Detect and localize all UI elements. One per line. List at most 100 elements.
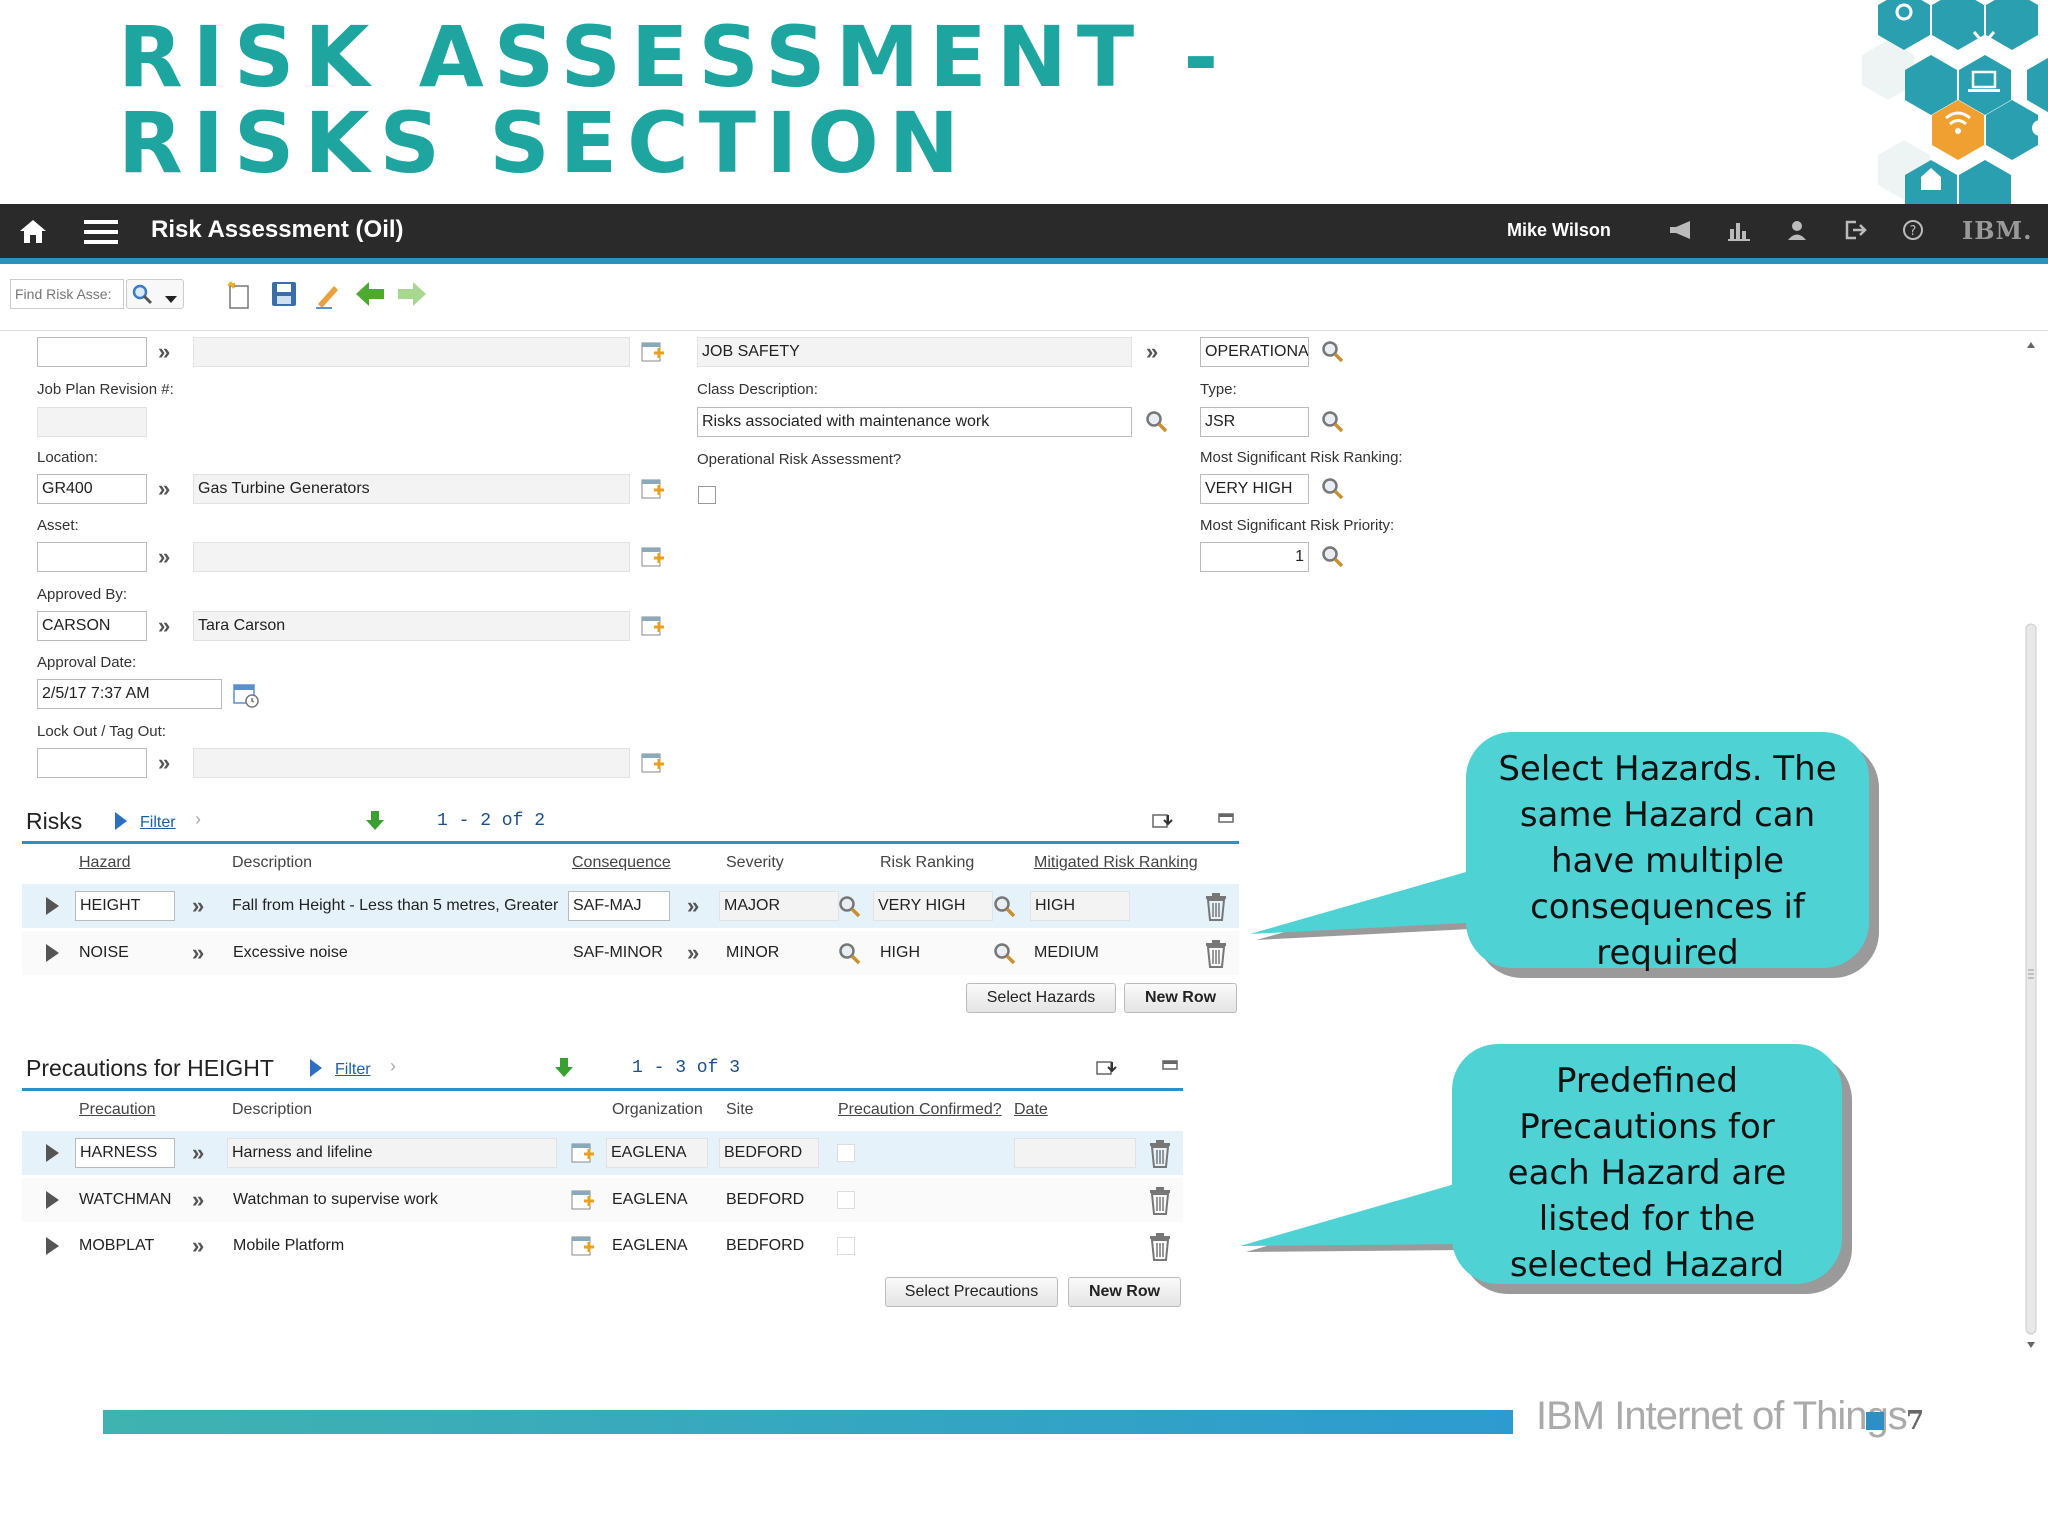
asset-field[interactable] [37, 542, 147, 572]
lockout-tagout-field[interactable] [37, 748, 147, 778]
detail-menu-icon[interactable]: » [687, 942, 699, 964]
trash-icon[interactable] [1148, 1232, 1172, 1267]
select-precautions-button[interactable]: Select Precautions [885, 1277, 1058, 1307]
class-description-field[interactable]: Risks associated with maintenance work [697, 407, 1132, 437]
lookup-icon[interactable] [570, 1187, 596, 1218]
save-icon[interactable] [270, 280, 298, 313]
detail-menu-icon[interactable]: » [1146, 341, 1158, 363]
next-page-icon[interactable] [553, 1056, 575, 1083]
detail-menu-icon[interactable]: » [158, 341, 170, 363]
operational-risk-checkbox[interactable] [698, 486, 716, 504]
expand-row-icon[interactable] [46, 1237, 59, 1255]
filter-expand-icon[interactable] [308, 1058, 324, 1083]
search-icon[interactable] [1320, 409, 1344, 438]
detail-menu-icon[interactable]: » [192, 942, 204, 964]
lookup-icon[interactable] [640, 750, 666, 781]
consequence-field[interactable]: SAF-MAJ [568, 891, 670, 921]
collapse-icon[interactable] [1162, 1058, 1178, 1077]
trash-icon[interactable] [1148, 1139, 1172, 1174]
detail-menu-icon[interactable]: » [158, 615, 170, 637]
forward-arrow-icon[interactable] [396, 280, 428, 313]
risks-header-hazard[interactable]: Hazard [79, 854, 131, 872]
edit-icon[interactable] [312, 280, 342, 315]
risks-header-consequence[interactable]: Consequence [572, 854, 671, 872]
detail-menu-icon[interactable]: » [158, 478, 170, 500]
hazard-field[interactable]: HEIGHT [75, 891, 175, 921]
table-row[interactable]: HARNESS » Harness and lifeline EAGLENA B… [22, 1131, 1183, 1175]
precautions-header-precaution[interactable]: Precaution [79, 1101, 156, 1119]
help-icon[interactable]: ? [1902, 219, 1924, 246]
table-row[interactable]: WATCHMAN » Watchman to supervise work EA… [22, 1178, 1183, 1222]
select-hazards-button[interactable]: Select Hazards [966, 983, 1116, 1013]
search-icon[interactable] [992, 894, 1016, 923]
table-row[interactable]: HEIGHT » Fall from Height - Less than 5 … [22, 884, 1239, 928]
search-icon[interactable] [1320, 544, 1344, 573]
lookup-icon[interactable] [640, 544, 666, 575]
precaution-confirmed-checkbox[interactable] [837, 1237, 855, 1255]
expand-row-icon[interactable] [46, 897, 59, 915]
risk-priority-field[interactable]: 1 [1200, 542, 1309, 572]
filter-expand-icon[interactable] [113, 811, 129, 836]
home-icon[interactable] [18, 218, 48, 249]
type-field[interactable]: JSR [1200, 407, 1309, 437]
user-icon[interactable] [1786, 219, 1808, 246]
expand-row-icon[interactable] [46, 944, 59, 962]
table-row[interactable]: NOISE » Excessive noise SAF-MINOR » MINO… [22, 931, 1239, 975]
search-icon[interactable] [992, 941, 1016, 970]
risks-header-mitigated-ranking[interactable]: Mitigated Risk Ranking [1034, 854, 1198, 872]
detail-menu-icon[interactable]: » [192, 1235, 204, 1257]
detail-menu-icon[interactable]: » [192, 1142, 204, 1164]
lookup-icon[interactable] [640, 476, 666, 507]
precautions-header-date[interactable]: Date [1014, 1101, 1048, 1119]
expand-row-icon[interactable] [46, 1144, 59, 1162]
find-risk-assessment-input[interactable] [10, 279, 124, 309]
risk-ranking-field[interactable]: VERY HIGH [1200, 474, 1309, 504]
lookup-icon[interactable] [570, 1233, 596, 1264]
megaphone-icon[interactable] [1668, 219, 1692, 246]
trash-icon[interactable] [1204, 939, 1228, 974]
search-icon[interactable] [837, 894, 861, 923]
job-plan-field[interactable] [37, 337, 147, 367]
trash-icon[interactable] [1204, 892, 1228, 927]
search-icon[interactable] [1144, 409, 1168, 438]
trash-icon[interactable] [1148, 1186, 1172, 1221]
search-icon[interactable] [837, 941, 861, 970]
detail-menu-icon[interactable]: » [158, 752, 170, 774]
location-field[interactable]: GR400 [37, 474, 147, 504]
next-page-icon[interactable] [364, 809, 386, 836]
collapse-icon[interactable] [1218, 811, 1234, 830]
precaution-confirmed-checkbox[interactable] [837, 1191, 855, 1209]
risk-category-field[interactable]: OPERATIONAL [1200, 337, 1309, 367]
precautions-header-confirmed[interactable]: Precaution Confirmed? [838, 1101, 1002, 1119]
calendar-icon[interactable] [232, 681, 260, 714]
table-row[interactable]: MOBPLAT » Mobile Platform EAGLENA BEDFOR… [22, 1224, 1183, 1268]
precaution-confirmed-checkbox[interactable] [837, 1144, 855, 1162]
lookup-icon[interactable] [640, 339, 666, 370]
search-icon[interactable] [1320, 476, 1344, 505]
risks-filter-link[interactable]: Filter [140, 814, 176, 832]
precautions-filter-link[interactable]: Filter [335, 1061, 371, 1079]
back-arrow-icon[interactable] [354, 280, 386, 313]
search-icon[interactable] [1320, 339, 1344, 368]
expand-row-icon[interactable] [46, 1191, 59, 1209]
logout-icon[interactable] [1844, 219, 1868, 246]
download-icon[interactable] [1152, 812, 1174, 835]
detail-menu-icon[interactable]: » [158, 546, 170, 568]
lookup-icon[interactable] [640, 613, 666, 644]
precautions-new-row-button[interactable]: New Row [1068, 1277, 1181, 1307]
download-icon[interactable] [1096, 1059, 1118, 1082]
lookup-icon[interactable] [570, 1140, 596, 1171]
precaution-field[interactable]: HARNESS [75, 1138, 175, 1168]
user-name[interactable]: Mike Wilson [1507, 220, 1611, 241]
vertical-scrollbar[interactable] [2024, 338, 2038, 1352]
risks-new-row-button[interactable]: New Row [1124, 983, 1237, 1013]
detail-menu-icon[interactable]: » [192, 895, 204, 917]
search-button[interactable] [126, 279, 184, 309]
chart-icon[interactable] [1728, 219, 1750, 246]
approval-date-field[interactable]: 2/5/17 7:37 AM [37, 679, 222, 709]
new-record-icon[interactable] [226, 280, 254, 315]
approved-by-field[interactable]: CARSON [37, 611, 147, 641]
hamburger-menu-icon[interactable] [84, 220, 118, 249]
detail-menu-icon[interactable]: » [192, 1189, 204, 1211]
detail-menu-icon[interactable]: » [687, 895, 699, 917]
